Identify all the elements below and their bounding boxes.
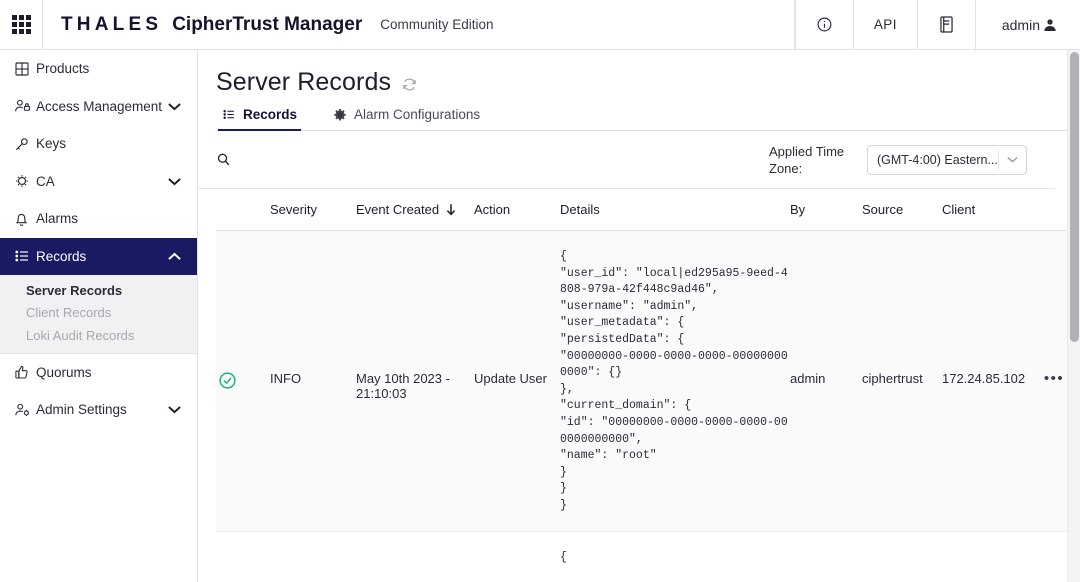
certificate-gear-icon xyxy=(14,173,36,189)
api-button[interactable]: API xyxy=(853,0,917,49)
cell-source: ciphertrust xyxy=(862,249,942,386)
cell-details: { xyxy=(560,550,790,567)
sidebar-subitem-server-records[interactable]: Server Records xyxy=(0,279,197,302)
column-header-label: Event Created xyxy=(356,202,439,217)
search-button[interactable] xyxy=(216,152,231,167)
details-json: { "user_id": "local|ed295a95-9eed-4808-9… xyxy=(560,249,790,515)
timezone-select[interactable]: (GMT-4:00) Eastern... xyxy=(867,145,1027,175)
page-scrollbar-thumb[interactable] xyxy=(1070,52,1079,342)
user-gear-icon xyxy=(14,402,36,418)
list-records-icon xyxy=(14,248,36,264)
column-header-severity[interactable]: Severity xyxy=(270,202,356,217)
info-button[interactable] xyxy=(795,0,853,49)
documentation-button[interactable] xyxy=(917,0,975,49)
brand-area: THALES CipherTrust Manager Community Edi… xyxy=(43,0,795,49)
main-content: Server Records Records xyxy=(198,50,1080,582)
cell-details: { "user_id": "local|ed295a95-9eed-4808-9… xyxy=(560,249,790,515)
gear-icon xyxy=(333,108,347,122)
sidebar-item-quorums[interactable]: Quorums xyxy=(0,354,197,392)
column-header-source[interactable]: Source xyxy=(862,202,942,217)
timezone-value: (GMT-4:00) Eastern... xyxy=(868,153,998,167)
sidebar-item-label: Alarms xyxy=(36,211,181,226)
chevron-down-icon[interactable] xyxy=(167,405,181,414)
sidebar-item-access-management[interactable]: Access Management xyxy=(0,88,197,126)
cell-severity: INFO xyxy=(270,249,356,386)
severity-icon-cell xyxy=(216,249,270,390)
cell-by: admin xyxy=(790,249,862,386)
sidebar-item-label: Admin Settings xyxy=(36,402,167,417)
cell-client: 172.24.85.102 xyxy=(942,249,1034,386)
sidebar-item-keys[interactable]: Keys xyxy=(0,125,197,163)
table-body: INFO May 10th 2023 - 21:10:03 Update Use… xyxy=(216,231,1073,582)
timezone-label: Applied Time Zone: xyxy=(769,143,857,177)
sidebar-item-label: Keys xyxy=(36,136,181,151)
sidebar-item-label: Access Management xyxy=(36,99,167,114)
cell-event-created: May 10th 2023 - 21:10:03 xyxy=(356,249,474,401)
refresh-button[interactable] xyxy=(401,76,418,93)
page-header: Server Records Records xyxy=(198,50,1080,131)
top-navigation-bar: THALES CipherTrust Manager Community Edi… xyxy=(0,0,1080,50)
table-row[interactable]: { xyxy=(216,532,1073,582)
edition-label: Community Edition xyxy=(380,17,493,32)
list-icon xyxy=(222,108,236,121)
user-menu-label: admin xyxy=(1002,17,1040,33)
products-grid-icon xyxy=(14,61,36,77)
page-tabs: Records Alarm Configurations xyxy=(216,107,1073,131)
column-header-client[interactable]: Client xyxy=(942,202,1034,217)
cell-action: Update User xyxy=(474,249,560,386)
key-icon xyxy=(14,136,36,152)
top-actions: API admin xyxy=(795,0,1080,49)
grid-apps-icon xyxy=(12,15,31,34)
sidebar-navigation: Products Access Management Keys xyxy=(0,50,198,582)
sidebar-item-records[interactable]: Records xyxy=(0,238,197,276)
sidebar-item-label: Quorums xyxy=(36,365,181,380)
chevron-down-icon xyxy=(999,156,1026,163)
docs-book-icon xyxy=(938,15,955,34)
bell-icon xyxy=(14,211,36,227)
sidebar-item-admin-settings[interactable]: Admin Settings xyxy=(0,391,197,429)
info-icon xyxy=(816,16,833,33)
page-scrollbar-track[interactable] xyxy=(1067,50,1080,582)
records-submenu: Server Records Client Records Loki Audit… xyxy=(0,275,197,354)
chevron-up-icon[interactable] xyxy=(167,252,181,261)
page-title: Server Records xyxy=(216,68,391,97)
sidebar-item-label: CA xyxy=(36,174,167,189)
table-header-row: Severity Event Created Action Details By… xyxy=(216,189,1073,231)
filter-bar: Applied Time Zone: (GMT-4:00) Eastern... xyxy=(198,131,1055,189)
refresh-icon xyxy=(401,76,418,93)
column-header-action[interactable]: Action xyxy=(474,202,560,217)
tab-alarm-configurations[interactable]: Alarm Configurations xyxy=(329,107,484,131)
sidebar-subitem-loki-audit-records[interactable]: Loki Audit Records xyxy=(0,324,197,347)
tab-label: Alarm Configurations xyxy=(354,107,480,122)
records-table: Severity Event Created Action Details By… xyxy=(216,189,1073,582)
ellipsis-icon[interactable]: ••• xyxy=(1044,371,1064,386)
details-json: { xyxy=(560,550,790,567)
sidebar-item-label: Records xyxy=(36,249,167,264)
column-header-by[interactable]: By xyxy=(790,202,862,217)
table-row[interactable]: INFO May 10th 2023 - 21:10:03 Update Use… xyxy=(216,231,1073,532)
sidebar-item-ca[interactable]: CA xyxy=(0,163,197,201)
user-lock-icon xyxy=(14,98,36,114)
column-header-details[interactable]: Details xyxy=(560,202,790,217)
sidebar-item-alarms[interactable]: Alarms xyxy=(0,200,197,238)
app-root: THALES CipherTrust Manager Community Edi… xyxy=(0,0,1080,582)
tab-label: Records xyxy=(243,107,297,122)
product-name: CipherTrust Manager xyxy=(172,14,362,36)
thales-logo-text: THALES xyxy=(61,14,162,36)
check-circle-icon xyxy=(218,371,237,390)
tab-records[interactable]: Records xyxy=(218,107,301,131)
page-title-row: Server Records xyxy=(216,68,1080,97)
thumbs-up-icon xyxy=(14,364,36,380)
app-switcher-button[interactable] xyxy=(0,0,43,49)
sidebar-item-products[interactable]: Products xyxy=(0,50,197,88)
arrow-down-icon xyxy=(445,203,457,216)
search-icon xyxy=(216,152,231,167)
sidebar-item-label: Products xyxy=(36,61,181,76)
chevron-down-icon[interactable] xyxy=(167,177,181,186)
user-avatar-icon xyxy=(1042,17,1058,33)
chevron-down-icon[interactable] xyxy=(167,102,181,111)
sidebar-subitem-client-records[interactable]: Client Records xyxy=(0,302,197,325)
user-menu-button[interactable]: admin xyxy=(975,0,1080,49)
column-header-event-created[interactable]: Event Created xyxy=(356,202,474,217)
